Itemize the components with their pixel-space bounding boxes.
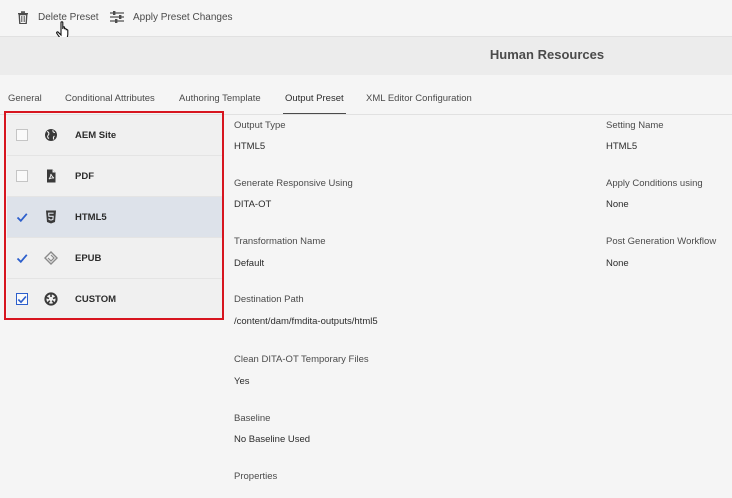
tab-general[interactable]: General — [8, 93, 42, 104]
generate-responsive-label: Generate Responsive Using — [234, 178, 353, 189]
epub-icon — [44, 251, 58, 265]
output-type-value: HTML5 — [234, 141, 266, 152]
destination-path-label: Destination Path — [234, 294, 304, 305]
sliders-icon — [110, 11, 124, 23]
page-title: Human Resources — [489, 47, 605, 62]
properties-label: Properties — [234, 471, 278, 482]
custom-aperture-icon — [44, 292, 58, 306]
preset-item-aem-site[interactable]: AEM Site — [7, 115, 223, 156]
output-preset-list: AEM Site PDF HTML5 EPUB CUSTOM — [7, 113, 225, 320]
preset-checkbox-pdf[interactable] — [16, 170, 28, 182]
output-type-label: Output Type — [234, 120, 286, 131]
setting-name-label: Setting Name — [606, 120, 664, 131]
preset-item-html5[interactable]: HTML5 — [7, 197, 223, 238]
generate-responsive-value: DITA-OT — [234, 199, 272, 210]
pdf-file-icon — [47, 169, 56, 183]
trash-icon — [18, 10, 28, 24]
apply-preset-changes-button[interactable]: Apply Preset Changes — [110, 9, 233, 25]
transformation-name-label: Transformation Name — [234, 236, 326, 247]
tab-conditional-attributes[interactable]: Conditional Attributes — [65, 93, 155, 104]
tab-output-preset[interactable]: Output Preset — [283, 93, 346, 115]
post-generation-workflow-value: None — [606, 258, 629, 269]
preset-label: CUSTOM — [75, 294, 116, 305]
tab-xml-editor-configuration[interactable]: XML Editor Configuration — [366, 93, 472, 104]
clean-temp-files-value: Yes — [234, 376, 250, 387]
settings-tabs: General Conditional Attributes Authoring… — [0, 93, 732, 115]
preset-label: HTML5 — [75, 212, 107, 223]
destination-path-value: /content/dam/fmdita-outputs/html5 — [234, 316, 378, 327]
baseline-label: Baseline — [234, 413, 271, 424]
clean-temp-files-label: Clean DITA-OT Temporary Files — [234, 354, 369, 365]
preset-checkbox-custom[interactable] — [16, 293, 28, 305]
checkmark-icon — [16, 213, 28, 223]
tab-authoring-template[interactable]: Authoring Template — [179, 93, 261, 104]
checkmark-icon — [16, 254, 28, 264]
preset-checkbox-aem-site[interactable] — [16, 129, 28, 141]
preset-label: AEM Site — [75, 130, 117, 141]
apply-conditions-label: Apply Conditions using — [606, 178, 703, 189]
preset-item-custom[interactable]: CUSTOM — [7, 279, 223, 320]
post-generation-workflow-label: Post Generation Workflow — [606, 236, 717, 247]
globe-icon — [45, 129, 57, 141]
setting-name-value: HTML5 — [606, 141, 638, 152]
checkmark-icon — [17, 295, 27, 303]
preset-label: PDF — [75, 171, 94, 182]
apply-preset-changes-label: Apply Preset Changes — [133, 11, 233, 23]
transformation-name-value: Default — [234, 258, 265, 269]
preset-item-pdf[interactable]: PDF — [7, 156, 223, 197]
apply-conditions-value: None — [606, 199, 629, 210]
preset-checkbox-html5[interactable] — [16, 211, 28, 223]
preset-item-epub[interactable]: EPUB — [7, 238, 223, 279]
header-band — [0, 37, 732, 75]
html5-icon — [46, 210, 56, 224]
preset-label: EPUB — [75, 253, 102, 264]
baseline-value: No Baseline Used — [234, 434, 311, 445]
preset-checkbox-epub[interactable] — [16, 252, 28, 264]
